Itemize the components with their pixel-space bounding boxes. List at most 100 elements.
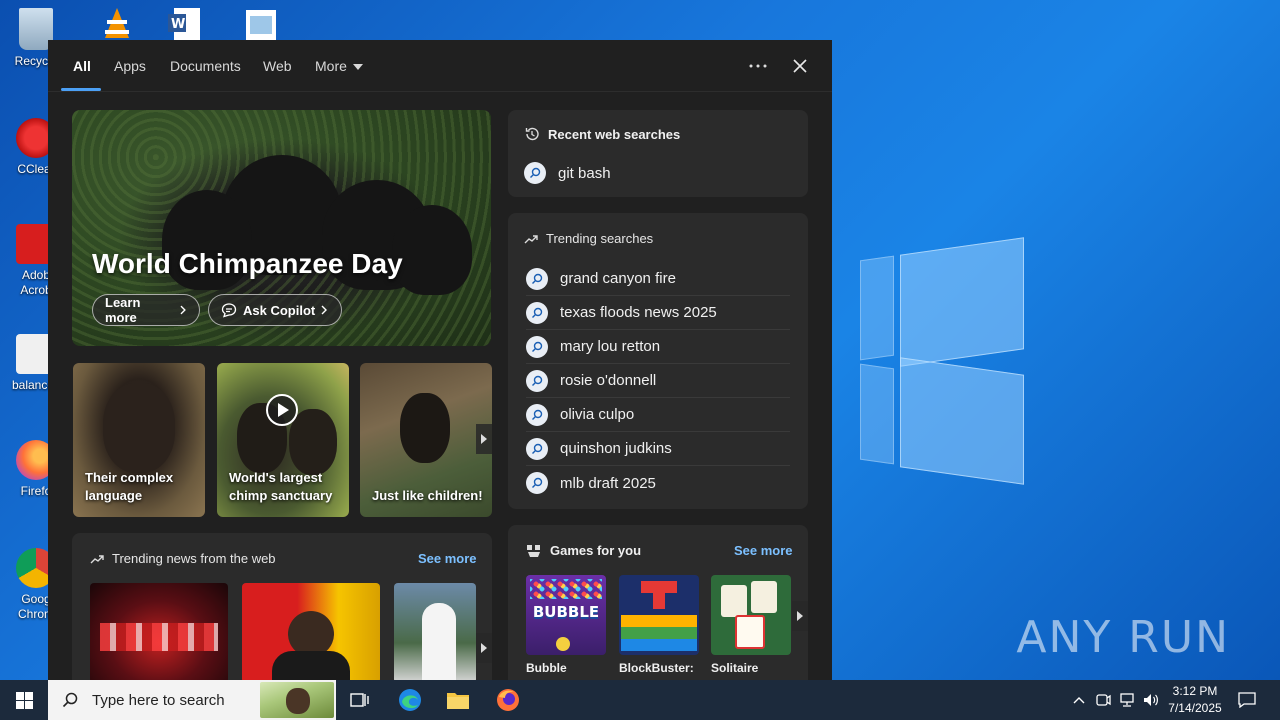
chevron-right-icon: [797, 611, 803, 621]
show-hidden-icons-button[interactable]: [1068, 680, 1090, 720]
taskbar-search-box[interactable]: Type here to search: [48, 680, 336, 720]
recent-search-item[interactable]: git bash: [524, 156, 788, 190]
windows-start-icon: [15, 691, 33, 709]
network-icon: [1120, 693, 1134, 707]
more-options-button[interactable]: [742, 52, 774, 80]
taskbar-file-explorer[interactable]: [434, 680, 482, 720]
story-card[interactable]: Just like children!: [360, 363, 492, 517]
close-icon: [793, 59, 807, 73]
tab-apps[interactable]: Apps: [114, 58, 146, 74]
search-icon: [526, 472, 548, 494]
play-icon[interactable]: [266, 394, 298, 426]
fire-truck-lights: [100, 623, 218, 651]
ellipsis-icon: [749, 64, 767, 68]
search-icon: [526, 437, 548, 460]
task-view-button[interactable]: [336, 680, 384, 720]
chevron-right-icon: [321, 305, 328, 315]
cards-next-button[interactable]: [476, 424, 492, 454]
start-button[interactable]: [0, 680, 48, 720]
search-tabs: All Apps Documents Web More: [48, 40, 832, 92]
svg-text:W: W: [171, 17, 185, 32]
chevron-right-icon: [180, 305, 187, 315]
learn-more-button[interactable]: Learn more: [92, 294, 200, 326]
search-panel: All Apps Documents Web More World Chimpa…: [48, 40, 832, 680]
news-see-more-link[interactable]: See more: [418, 551, 477, 566]
taskbar-firefox[interactable]: [484, 680, 532, 720]
chimp-face: [103, 383, 175, 473]
news-thumbnail[interactable]: [242, 583, 380, 680]
hero-banner[interactable]: World Chimpanzee Day Learn more Ask Copi…: [72, 110, 491, 346]
trending-search-item[interactable]: olivia culpo: [526, 398, 790, 432]
chevron-up-icon: [1073, 697, 1085, 704]
game-tile-solitaire[interactable]: Solitaire: [711, 575, 791, 675]
recent-searches-heading-label: Recent web searches: [548, 126, 681, 142]
action-center-button[interactable]: [1232, 680, 1262, 720]
taskbar-clock[interactable]: 3:12 PM 7/14/2025: [1156, 683, 1234, 717]
trending-up-icon: [90, 554, 104, 563]
tab-more[interactable]: More: [315, 58, 363, 74]
anyrun-watermark: ANY RUN: [1016, 612, 1230, 663]
search-placeholder: Type here to search: [92, 691, 225, 709]
games-next-button[interactable]: [792, 601, 808, 631]
word-document-icon[interactable]: W: [166, 6, 202, 40]
trending-search-item[interactable]: mary lou retton: [526, 330, 790, 364]
chat-bubble-icon: [221, 303, 237, 318]
search-highlight-image: [260, 682, 334, 718]
clock-date: 7/14/2025: [1168, 701, 1222, 715]
games-icon: [527, 544, 540, 557]
story-card-caption: World's largest chimp sanctuary: [229, 470, 333, 503]
chimp-silhouette: [400, 393, 450, 463]
tab-web[interactable]: Web: [263, 58, 292, 74]
edge-icon: [399, 689, 421, 711]
story-card[interactable]: Their complex language: [73, 363, 205, 517]
tab-documents[interactable]: Documents: [170, 58, 241, 74]
story-card-video[interactable]: World's largest chimp sanctuary: [217, 363, 349, 517]
network-button[interactable]: [1116, 680, 1138, 720]
firefox-icon: [497, 689, 519, 711]
trending-search-item[interactable]: texas floods news 2025: [526, 296, 790, 330]
hero-title: World Chimpanzee Day: [92, 248, 403, 279]
windows-logo-wallpaper: [860, 237, 1040, 485]
trending-search-item[interactable]: rosie o'donnell: [526, 364, 790, 398]
trending-up-icon: [524, 234, 538, 243]
tab-all[interactable]: All: [73, 58, 91, 74]
trending-search-item[interactable]: quinshon judkins: [526, 432, 790, 466]
trending-news-section: Trending news from the web See more: [72, 533, 492, 680]
meet-now-button[interactable]: [1092, 680, 1114, 720]
game-logo-text: BUBBLE: [532, 603, 600, 621]
trending-search-text: quinshon judkins: [560, 440, 672, 457]
news-next-button[interactable]: [476, 633, 492, 663]
image-file-icon[interactable]: [244, 6, 280, 40]
close-button[interactable]: [784, 52, 816, 80]
notification-icon: [1238, 692, 1256, 708]
bubbles: [530, 579, 602, 599]
search-icon: [526, 335, 548, 358]
block: [641, 581, 677, 593]
news-thumbnail[interactable]: [90, 583, 228, 680]
search-icon: [526, 301, 548, 324]
recent-searches-heading: Recent web searches: [524, 126, 680, 142]
trending-search-item[interactable]: mlb draft 2025: [526, 466, 790, 500]
chevron-right-icon: [481, 643, 487, 653]
vlc-icon[interactable]: [102, 6, 138, 40]
chimp-silhouette: [289, 409, 337, 475]
games-see-more-link[interactable]: See more: [734, 543, 793, 558]
bubble-shooter-cannon: [556, 637, 570, 651]
news-thumbnail[interactable]: [394, 583, 476, 680]
ask-copilot-button[interactable]: Ask Copilot: [208, 294, 342, 326]
games-heading: Games for you: [526, 543, 641, 558]
chimp-silhouette: [286, 688, 310, 714]
trending-searches-heading-label: Trending searches: [546, 231, 654, 246]
game-tile-bubble-shooter[interactable]: BUBBLE Bubble: [526, 575, 606, 675]
story-card-caption: Their complex language: [85, 470, 174, 503]
game-artwork: [619, 575, 699, 655]
mahjong-tile: [721, 585, 747, 617]
clock-time: 3:12 PM: [1172, 684, 1218, 698]
recent-search-text: git bash: [558, 164, 611, 182]
game-tile-blockbuster[interactable]: BlockBuster:: [619, 575, 699, 675]
trending-search-item[interactable]: grand canyon fire: [526, 262, 790, 296]
taskbar-edge[interactable]: [386, 680, 434, 720]
search-icon: [526, 403, 548, 426]
chimp-silhouette: [392, 205, 472, 295]
folder-icon: [447, 693, 469, 709]
